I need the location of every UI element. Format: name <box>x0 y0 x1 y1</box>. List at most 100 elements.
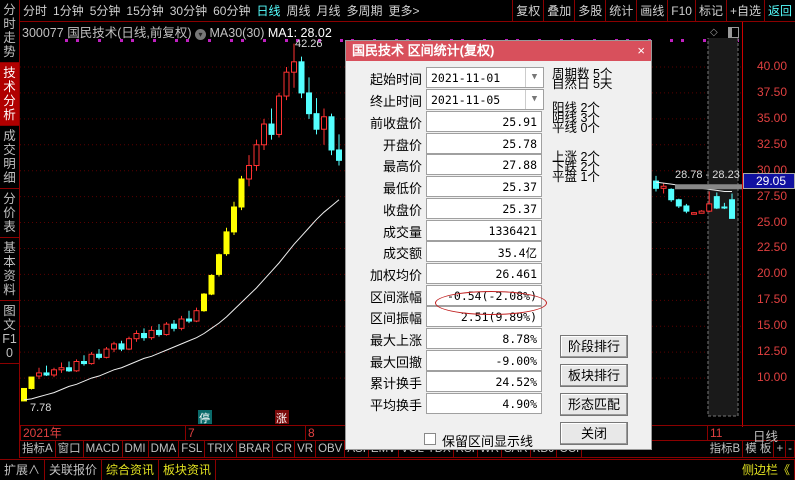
indicator-tab[interactable]: 窗口 <box>56 441 84 457</box>
period-tab[interactable]: 60分钟 <box>210 0 253 21</box>
indicator-tab[interactable]: - <box>786 441 795 457</box>
stat-label: 最大上涨 <box>369 333 422 348</box>
left-tab[interactable]: 分价表 <box>0 189 19 238</box>
period-tab[interactable]: 多周期 <box>344 0 386 21</box>
stat-value: 25.37 <box>426 197 542 219</box>
marker-dot <box>263 39 266 42</box>
indicator-tab[interactable]: DMA <box>149 441 180 457</box>
bottom-tab[interactable]: 板块资讯 <box>159 460 217 480</box>
candle-left <box>21 387 27 402</box>
indicator-tab[interactable]: 模 板 <box>743 441 775 457</box>
chevron-down-icon[interactable]: ▼ <box>525 68 543 87</box>
indicator-tab[interactable]: BRAR <box>237 441 274 457</box>
marker-dot <box>208 39 211 42</box>
left-tab[interactable]: 图文F10 <box>0 301 19 364</box>
period-tab[interactable]: 5分钟 <box>87 0 124 21</box>
candle-right <box>660 185 667 189</box>
left-tab[interactable]: 分时走势 <box>0 0 19 63</box>
candle-left <box>36 372 42 377</box>
toolbar-button[interactable]: 返回 <box>763 0 795 21</box>
indicator-tab[interactable]: VR <box>295 441 317 457</box>
stat-row: 成交量 1336421 <box>346 219 546 242</box>
diamond-icon[interactable]: ◇ <box>710 27 718 38</box>
summary-stat: 平线 0个 <box>552 121 600 135</box>
bottom-tab-bar: 扩展∧ 关联报价 综合资讯 板块资讯 侧边栏《 <box>0 459 795 480</box>
stat-row: 最大回撤 -9.00% <box>346 349 546 372</box>
candle-left <box>111 343 117 350</box>
marker-dot <box>120 39 123 42</box>
toolbar-button[interactable]: 画线 <box>636 0 667 21</box>
indicator-tab[interactable]: CR <box>273 441 296 457</box>
toolbar-button[interactable]: 复权 <box>512 0 543 21</box>
start-time-label: 起始时间 <box>369 72 422 87</box>
pattern-match-button[interactable]: 形态匹配 <box>560 393 628 416</box>
bottom-tab[interactable]: 侧边栏《 <box>738 460 795 480</box>
indicator-tab[interactable]: + <box>774 441 787 457</box>
candle-left <box>223 231 230 255</box>
candle-left <box>126 338 132 350</box>
stat-row: 成交额 35.4亿 <box>346 241 546 263</box>
period-tab[interactable]: 30分钟 <box>167 0 210 21</box>
toolbar-button[interactable]: 统计 <box>605 0 636 21</box>
dialog-title: 国民技术 区间统计(复权) <box>352 43 495 58</box>
chevron-down-icon[interactable]: ▼ <box>525 90 543 109</box>
period-tab[interactable]: 1分钟 <box>50 0 87 21</box>
indicator-tab[interactable]: FSL <box>179 441 206 457</box>
left-tab[interactable]: 技术分析 <box>0 63 19 126</box>
toolbar-button[interactable]: F10 <box>667 0 695 21</box>
indicator-tab[interactable]: 指标A <box>20 441 56 457</box>
sector-rank-button[interactable]: 板块排行 <box>560 364 628 387</box>
end-time-select[interactable]: 2021-11-05 ▼ <box>426 89 544 110</box>
period-tab[interactable]: 15分钟 <box>123 0 166 21</box>
period-tab[interactable]: 更多> <box>386 0 423 21</box>
stat-label: 区间振幅 <box>369 311 422 327</box>
toolbar-button[interactable]: 多股 <box>574 0 605 21</box>
indicator-tab[interactable]: OBV <box>316 441 346 457</box>
event-marker-label: 涨 <box>276 412 287 425</box>
candle-left <box>246 165 252 180</box>
marker-dot <box>65 39 68 42</box>
toolbar-button[interactable]: 标记 <box>694 0 726 21</box>
dialog-title-bar[interactable]: 国民技术 区间统计(复权) × <box>346 41 651 61</box>
left-tab[interactable]: 基本资料 <box>0 238 19 301</box>
range-bar <box>675 184 742 190</box>
period-tab[interactable]: 周线 <box>283 0 313 21</box>
bottom-tab[interactable]: 扩展∧ <box>0 460 46 480</box>
start-time-select[interactable]: 2021-11-01 ▼ <box>426 67 544 88</box>
stat-row: 最低价 25.37 <box>346 176 546 198</box>
period-tab[interactable]: 分时 <box>20 0 50 21</box>
stat-value: 35.4亿 <box>426 241 542 263</box>
indicator-tab[interactable]: DMI <box>123 441 149 457</box>
stat-value: 27.88 <box>426 154 542 176</box>
close-icon[interactable]: × <box>637 41 645 61</box>
price-tick: 35.00 <box>756 110 787 125</box>
indicator-tab[interactable]: 指标B <box>708 441 744 457</box>
marker-dot <box>670 39 673 42</box>
left-tab[interactable]: 成交明细 <box>0 126 19 189</box>
stage-rank-button[interactable]: 阶段排行 <box>560 335 628 358</box>
stat-row: 收盘价 25.37 <box>346 197 546 220</box>
candle-left <box>313 113 320 130</box>
keep-range-lines-label[interactable]: 保留区间显示线 <box>442 431 533 450</box>
indicator-tab[interactable]: MACD <box>84 441 123 457</box>
bottom-tab[interactable]: 综合资讯 <box>102 460 160 480</box>
stat-row: 加权均价 26.461 <box>346 262 546 285</box>
close-button[interactable]: 关闭 <box>560 422 628 445</box>
keep-range-lines-checkbox[interactable] <box>424 433 436 445</box>
stat-value: -9.00% <box>426 349 542 371</box>
indicator-tab[interactable]: TRIX <box>205 441 237 457</box>
marker-dot <box>241 39 244 42</box>
candle-left <box>58 367 65 371</box>
period-tab[interactable]: 日线 <box>253 0 283 21</box>
stat-label: 成交额 <box>382 246 422 262</box>
period-tab[interactable]: 月线 <box>314 0 344 21</box>
price-tick: 20.00 <box>756 266 787 281</box>
stat-row: 累计换手 24.52% <box>346 371 546 393</box>
toolbar-button[interactable]: +自选 <box>725 0 764 21</box>
stat-value: 26.461 <box>426 262 542 284</box>
candle-left <box>148 329 155 339</box>
toolbar-button[interactable]: 叠加 <box>543 0 574 21</box>
top-menu-bar: 分时 1分钟 5分钟 15分钟 30分钟 60分钟 日线 周线 月线 多周期 更多> 复权 叠加 多股 统计… <box>20 0 795 22</box>
bottom-tab[interactable]: 关联报价 <box>45 460 103 480</box>
panel-toggle-icon[interactable] <box>728 27 739 38</box>
